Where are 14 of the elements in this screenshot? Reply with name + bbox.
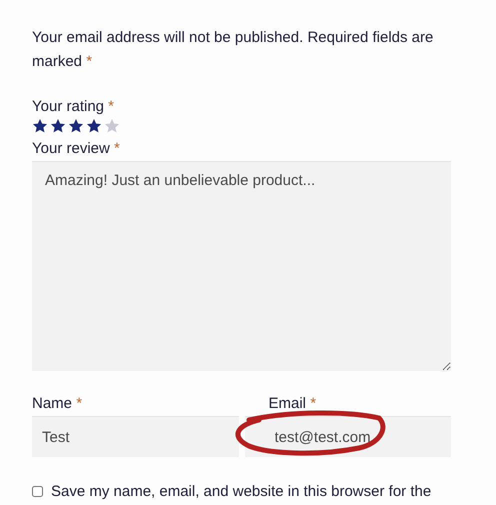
save-label: Save my name, email, and website in this browser for the [51, 483, 432, 500]
input-field[interactable]: Test [32, 416, 238, 457]
review-label: Your review * [32, 139, 121, 159]
save-checkbox[interactable] [32, 486, 43, 497]
star-icon[interactable] [104, 118, 120, 134]
star-icon[interactable] [68, 118, 84, 134]
field-label: Email * [268, 394, 318, 414]
star-icon[interactable] [32, 118, 48, 134]
star-icon[interactable] [86, 118, 102, 134]
rating-label: Your rating * [32, 97, 116, 117]
field-label: Name * [32, 394, 84, 414]
notice-text: Your email address will not be published. Required fields are marked * [32, 28, 434, 72]
review-field[interactable]: Amazing! Just an unbelievable product... [32, 161, 451, 371]
star-icon[interactable] [50, 118, 66, 134]
